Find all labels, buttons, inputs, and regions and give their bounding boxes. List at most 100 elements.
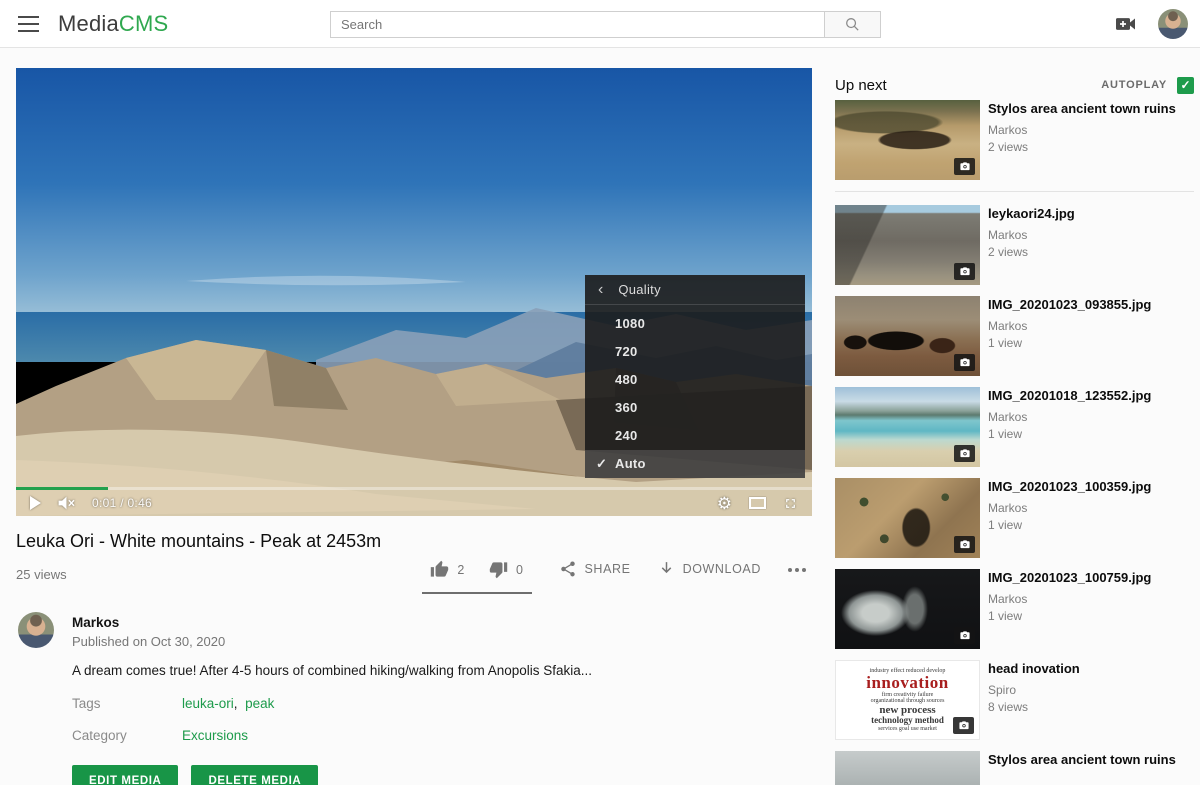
user-avatar[interactable]: [1158, 9, 1188, 39]
category-link-excursions[interactable]: Excursions: [182, 728, 248, 743]
settings-gear-icon[interactable]: ⚙: [717, 495, 732, 512]
quality-option-360[interactable]: 360: [585, 394, 805, 422]
play-button[interactable]: [30, 496, 41, 510]
back-chevron-icon: ‹: [598, 282, 603, 298]
dislike-count: 0: [516, 563, 524, 577]
tag-link-peak[interactable]: peak: [245, 696, 274, 711]
mute-button[interactable]: [57, 495, 76, 511]
up-next-item-2[interactable]: leykaori24.jpg Markos 2 views: [835, 205, 1194, 285]
autoplay-checkbox[interactable]: ✓: [1177, 77, 1194, 94]
item-views: 1 view: [988, 609, 1151, 623]
item-title[interactable]: IMG_20201023_100359.jpg: [988, 479, 1151, 495]
up-next-list: Stylos area ancient town ruins Markos 2 …: [835, 100, 1194, 785]
menu-icon[interactable]: [18, 16, 39, 32]
thumbnail-image: [835, 569, 980, 649]
thumbnail-image: [835, 205, 980, 285]
dislike-button[interactable]: 0: [489, 560, 524, 579]
author-avatar[interactable]: [18, 612, 54, 648]
item-views: 1 view: [988, 427, 1151, 441]
item-author: Markos: [988, 592, 1151, 606]
published-date: Published on Oct 30, 2020: [72, 634, 225, 649]
item-title[interactable]: Stylos area ancient town ruins: [988, 101, 1176, 117]
item-author: Markos: [988, 228, 1075, 242]
more-options-icon[interactable]: [788, 556, 806, 572]
tags-label: Tags: [72, 696, 101, 711]
fullscreen-button[interactable]: [783, 496, 798, 511]
thumb-down-icon: [489, 560, 508, 579]
top-bar: MediaCMS: [0, 0, 1200, 48]
camera-icon: [959, 161, 971, 172]
like-count: 2: [457, 563, 465, 577]
item-info: Stylos area ancient town ruins: [988, 751, 1176, 785]
autoplay-control: AUTOPLAY ✓: [1101, 77, 1194, 94]
like-button[interactable]: 2: [430, 560, 465, 579]
player-controls: 0:01 / 0:46 ⚙: [16, 490, 812, 516]
item-author: Spiro: [988, 683, 1080, 697]
wordcloud-text: technology method: [871, 716, 944, 725]
tag-separator: ,: [234, 696, 238, 711]
quality-option-240[interactable]: 240: [585, 422, 805, 450]
wordcloud-main-text: innovation: [866, 674, 948, 692]
delete-media-button[interactable]: DELETE MEDIA: [191, 765, 318, 785]
thumbnail-image: [835, 296, 980, 376]
item-info: IMG_20201023_100359.jpg Markos 1 view: [988, 478, 1151, 558]
item-views: 1 view: [988, 518, 1151, 532]
quality-option-720[interactable]: 720: [585, 338, 805, 366]
image-media-badge: [954, 158, 975, 175]
quality-menu-title: Quality: [618, 282, 661, 297]
edit-media-button[interactable]: EDIT MEDIA: [72, 765, 178, 785]
download-icon: [658, 560, 675, 577]
tag-link-leuka-ori[interactable]: leuka-ori: [182, 696, 234, 711]
up-next-item-1[interactable]: Stylos area ancient town ruins Markos 2 …: [835, 100, 1194, 180]
item-views: 1 view: [988, 336, 1151, 350]
up-next-item-6[interactable]: IMG_20201023_100759.jpg Markos 1 view: [835, 569, 1194, 649]
image-media-badge: [954, 627, 975, 644]
up-next-item-4[interactable]: IMG_20201018_123552.jpg Markos 1 view: [835, 387, 1194, 467]
quality-option-480[interactable]: 480: [585, 366, 805, 394]
video-player[interactable]: ‹ Quality 1080 720 480 360 240 ✓ Auto: [16, 68, 812, 516]
item-author: Markos: [988, 410, 1151, 424]
share-icon: [559, 560, 577, 578]
fullscreen-icon: [783, 496, 798, 511]
quality-menu-back[interactable]: ‹ Quality: [585, 275, 805, 305]
up-next-item-5[interactable]: IMG_20201023_100359.jpg Markos 1 view: [835, 478, 1194, 558]
category-value: Excursions: [182, 728, 248, 743]
quality-option-1080[interactable]: 1080: [585, 310, 805, 338]
download-button[interactable]: DOWNLOAD: [658, 556, 761, 577]
quality-option-auto[interactable]: ✓ Auto: [585, 450, 805, 478]
up-next-sidebar: Up next AUTOPLAY ✓ Stylos area ancient t…: [835, 62, 1194, 785]
item-title[interactable]: leykaori24.jpg: [988, 206, 1075, 222]
upload-media-icon[interactable]: [1114, 14, 1138, 34]
quality-option-auto-label: Auto: [615, 456, 646, 471]
item-title[interactable]: head inovation: [988, 661, 1080, 677]
item-info: head inovation Spiro 8 views: [988, 660, 1080, 740]
author-name[interactable]: Markos: [72, 615, 119, 630]
item-title[interactable]: IMG_20201018_123552.jpg: [988, 388, 1151, 404]
tags-value: leuka-ori, peak: [182, 696, 274, 711]
search-input[interactable]: [330, 11, 825, 38]
sidebar-header: Up next AUTOPLAY ✓: [835, 70, 1194, 100]
header-actions: [1114, 0, 1188, 48]
thumbnail-image: [835, 387, 980, 467]
up-next-item-8[interactable]: Stylos area ancient town ruins: [835, 751, 1194, 785]
search-bar: [330, 11, 881, 38]
wordcloud-text: services goal use market: [878, 726, 937, 732]
camera-icon: [959, 539, 971, 550]
logo[interactable]: MediaCMS: [58, 11, 168, 37]
item-views: 2 views: [988, 245, 1075, 259]
image-media-badge: [954, 263, 975, 280]
check-icon: ✓: [596, 450, 607, 478]
item-title[interactable]: IMG_20201023_100759.jpg: [988, 570, 1151, 586]
search-button[interactable]: [825, 11, 881, 38]
search-icon: [844, 16, 861, 33]
up-next-item-3[interactable]: IMG_20201023_093855.jpg Markos 1 view: [835, 296, 1194, 376]
autoplay-label: AUTOPLAY: [1101, 79, 1167, 91]
share-button[interactable]: SHARE: [559, 556, 631, 578]
item-title[interactable]: IMG_20201023_093855.jpg: [988, 297, 1151, 313]
camera-icon: [959, 630, 971, 641]
up-next-item-7[interactable]: industry effect reduced develop innovati…: [835, 660, 1194, 740]
thumbnail-image: [835, 478, 980, 558]
player-controls-right: ⚙: [717, 495, 798, 512]
theater-mode-button[interactable]: [749, 497, 766, 509]
item-title[interactable]: Stylos area ancient town ruins: [988, 752, 1176, 768]
